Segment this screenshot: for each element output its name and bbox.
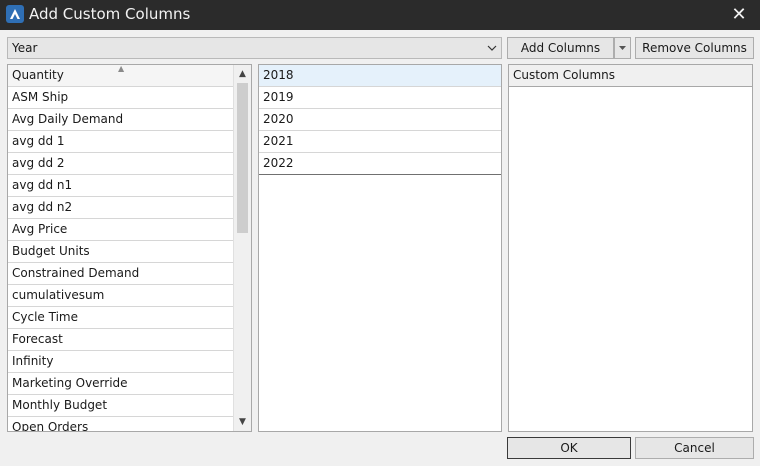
- scrollbar-thumb[interactable]: [237, 83, 248, 233]
- title-bar: Add Custom Columns ✕: [0, 0, 760, 30]
- measure-list-item[interactable]: cumulativesum: [8, 285, 234, 307]
- remove-columns-button[interactable]: Remove Columns: [635, 37, 754, 59]
- field-combo[interactable]: Year: [7, 37, 502, 59]
- measures-list-header[interactable]: ▲ Quantity: [8, 65, 234, 87]
- caret-down-icon: [619, 46, 626, 50]
- year-list-item[interactable]: 2020: [259, 109, 501, 131]
- scroll-up-arrow-icon[interactable]: ▲: [234, 66, 251, 82]
- combo-value: Year: [12, 41, 38, 55]
- cancel-button[interactable]: Cancel: [635, 437, 754, 459]
- year-list-item[interactable]: 2018: [259, 65, 501, 87]
- measure-list-item[interactable]: Avg Price: [8, 219, 234, 241]
- measure-list-item[interactable]: Cycle Time: [8, 307, 234, 329]
- close-icon[interactable]: ✕: [728, 4, 750, 26]
- measure-list-item[interactable]: Budget Units: [8, 241, 234, 263]
- app-logo-icon: [6, 5, 24, 23]
- measure-list-item[interactable]: Forecast: [8, 329, 234, 351]
- add-columns-button[interactable]: Add Columns: [507, 37, 614, 59]
- add-columns-dropdown-button[interactable]: [614, 37, 631, 59]
- measure-list-item[interactable]: avg dd 2: [8, 153, 234, 175]
- custom-columns-header: Custom Columns: [509, 65, 752, 87]
- measure-list-item[interactable]: ASM Ship: [8, 87, 234, 109]
- measure-list-item[interactable]: Constrained Demand: [8, 263, 234, 285]
- measure-list-item[interactable]: avg dd 1: [8, 131, 234, 153]
- year-list-item[interactable]: 2022: [259, 153, 501, 175]
- year-list-item[interactable]: 2021: [259, 131, 501, 153]
- window-title: Add Custom Columns: [29, 5, 191, 23]
- measure-list-item[interactable]: Open Orders: [8, 417, 234, 431]
- chevron-down-icon[interactable]: [486, 42, 498, 54]
- ok-button[interactable]: OK: [507, 437, 631, 459]
- measure-list-item[interactable]: avg dd n2: [8, 197, 234, 219]
- measure-list-item[interactable]: Infinity: [8, 351, 234, 373]
- years-list[interactable]: 2018 2019 2020 2021 2022: [258, 64, 502, 432]
- measure-list-item[interactable]: Avg Daily Demand: [8, 109, 234, 131]
- custom-columns-list[interactable]: Custom Columns: [508, 64, 753, 432]
- year-list-item[interactable]: 2019: [259, 87, 501, 109]
- scroll-down-arrow-icon[interactable]: ▼: [234, 414, 251, 430]
- sort-ascending-icon: ▲: [118, 65, 125, 73]
- measure-list-item[interactable]: avg dd n1: [8, 175, 234, 197]
- measure-list-item[interactable]: Monthly Budget: [8, 395, 234, 417]
- measures-scrollbar[interactable]: ▲ ▼: [233, 65, 251, 431]
- measure-list-item[interactable]: Marketing Override: [8, 373, 234, 395]
- measures-list[interactable]: ▲ Quantity ASM Ship Avg Daily Demand avg d…: [7, 64, 252, 432]
